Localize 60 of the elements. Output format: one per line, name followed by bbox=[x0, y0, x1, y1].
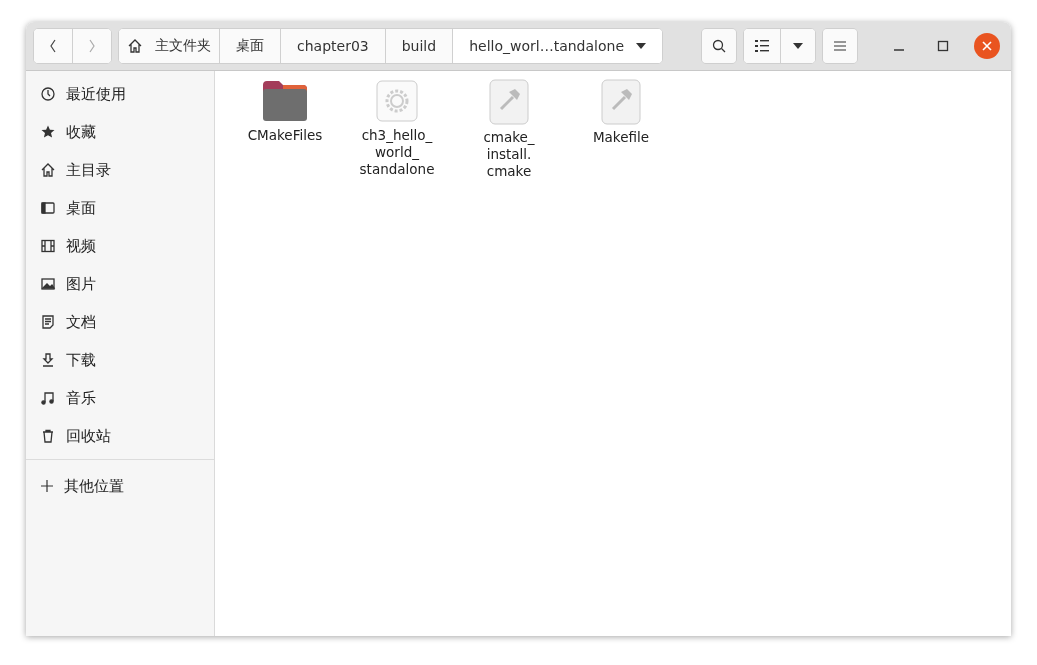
sidebar-item[interactable]: 收藏 bbox=[26, 113, 214, 151]
sidebar-item[interactable]: 文档 bbox=[26, 303, 214, 341]
sidebar-label: 其他位置 bbox=[64, 476, 124, 496]
file-name: CMakeFiles bbox=[247, 127, 323, 144]
view-options-button[interactable] bbox=[780, 29, 815, 63]
clock-icon bbox=[40, 86, 56, 102]
file-name: cmake_ install. cmake bbox=[483, 129, 535, 180]
plus-icon bbox=[40, 479, 54, 493]
hammer-file-icon bbox=[489, 79, 529, 125]
sidebar-label: 最近使用 bbox=[66, 84, 126, 104]
sidebar-item[interactable]: 图片 bbox=[26, 265, 214, 303]
dropdown-icon bbox=[793, 43, 803, 49]
search-icon bbox=[712, 39, 726, 53]
maximize-icon bbox=[937, 40, 949, 52]
sidebar-label: 下载 bbox=[66, 350, 96, 370]
sidebar-label: 视频 bbox=[66, 236, 96, 256]
sidebar-label: 图片 bbox=[66, 274, 96, 294]
sidebar-item[interactable]: 音乐 bbox=[26, 379, 214, 417]
sidebar-item[interactable]: 桌面 bbox=[26, 189, 214, 227]
sidebar-label: 文档 bbox=[66, 312, 96, 332]
sidebar-item[interactable]: 回收站 bbox=[26, 417, 214, 455]
menu-button[interactable] bbox=[823, 29, 857, 63]
music-note-icon bbox=[40, 390, 56, 406]
sidebar-label: 桌面 bbox=[66, 198, 96, 218]
sidebar-item[interactable]: 其他位置 bbox=[26, 464, 214, 508]
film-icon bbox=[40, 238, 56, 254]
sidebar-item[interactable]: 下载 bbox=[26, 341, 214, 379]
star-icon bbox=[40, 124, 56, 140]
close-button[interactable] bbox=[974, 33, 1000, 59]
trash-icon bbox=[40, 428, 56, 444]
download-icon bbox=[40, 352, 56, 368]
sidebar-label: 主目录 bbox=[66, 160, 111, 180]
desktop-icon bbox=[40, 200, 56, 216]
chevron-right-icon bbox=[87, 38, 97, 54]
sidebar-item[interactable]: 主目录 bbox=[26, 151, 214, 189]
sidebar-item[interactable]: 最近使用 bbox=[26, 75, 214, 113]
image-icon bbox=[40, 276, 56, 292]
sidebar-label: 音乐 bbox=[66, 388, 96, 408]
sidebar-label: 回收站 bbox=[66, 426, 111, 446]
chevron-left-icon bbox=[48, 38, 58, 54]
minimize-icon bbox=[894, 49, 904, 51]
hammer-file-icon bbox=[601, 79, 641, 125]
file-item[interactable]: CMakeFiles bbox=[229, 79, 341, 144]
sidebar-item[interactable]: 视频 bbox=[26, 227, 214, 265]
dropdown-icon bbox=[636, 43, 646, 49]
list-icon bbox=[755, 40, 769, 52]
file-name: Makefile bbox=[592, 129, 650, 146]
close-icon bbox=[982, 41, 992, 51]
home-icon bbox=[40, 162, 56, 178]
file-item[interactable]: cmake_ install. cmake bbox=[453, 79, 565, 180]
sidebar-label: 收藏 bbox=[66, 122, 96, 142]
file-item[interactable]: ch3_hello_ world_ standalone bbox=[341, 79, 453, 178]
document-icon bbox=[40, 314, 56, 330]
path-button[interactable]: hello_worl…tandalone bbox=[452, 29, 662, 63]
file-item[interactable]: Makefile bbox=[565, 79, 677, 146]
gear-file-icon bbox=[375, 79, 419, 123]
file-name: ch3_hello_ world_ standalone bbox=[359, 127, 435, 178]
menu-icon bbox=[834, 41, 846, 51]
folder-icon bbox=[261, 79, 309, 123]
search-button[interactable] bbox=[702, 29, 736, 63]
